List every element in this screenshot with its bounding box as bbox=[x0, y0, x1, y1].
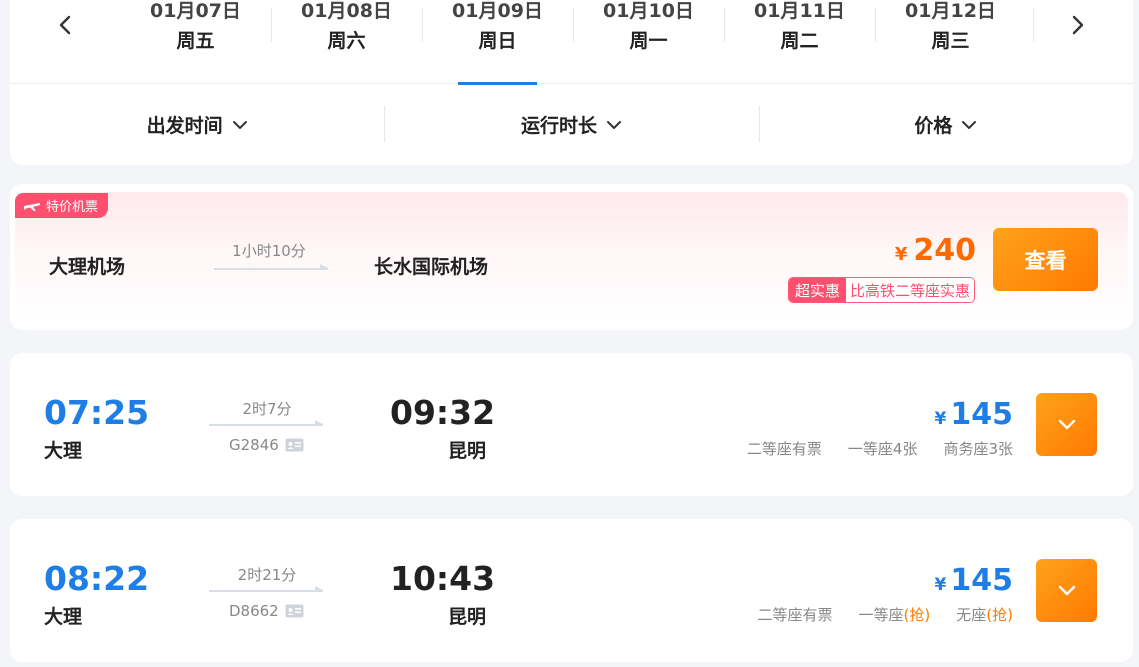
expand-train-button[interactable] bbox=[1036, 393, 1097, 456]
chevron-down-icon bbox=[1058, 585, 1075, 596]
route-arrow bbox=[209, 586, 323, 592]
flight-offer-card[interactable]: 大理机场 1小时10分 长水国际机场 ¥ 240 超实惠 比高铁二等座实惠 查看… bbox=[10, 184, 1133, 330]
date-tab-weekday: 周五 bbox=[176, 30, 215, 52]
seat-text: 商务座3张 bbox=[943, 440, 1013, 458]
travel-duration: 2时21分 bbox=[237, 566, 297, 584]
seat-first-class: 一等座4张 bbox=[848, 438, 918, 459]
date-tab-day: 01月09日 bbox=[452, 0, 543, 22]
arrival-station: 昆明 bbox=[448, 606, 487, 628]
date-tab-day: 01月10日 bbox=[603, 0, 694, 22]
chevron-down-icon bbox=[232, 120, 247, 129]
ticket-price: ¥ 145 bbox=[935, 563, 1013, 598]
ticket-price: ¥ 145 bbox=[935, 397, 1013, 432]
seat-text: 一等座4张 bbox=[847, 440, 918, 458]
expand-train-button[interactable] bbox=[1036, 559, 1097, 622]
filter-departure-time[interactable]: 出发时间 bbox=[10, 84, 384, 165]
ticket-price-value: 145 bbox=[950, 397, 1013, 432]
seat-second-class: 二等座有票 bbox=[747, 438, 822, 459]
currency-symbol: ¥ bbox=[934, 409, 947, 429]
flight-price-value: 240 bbox=[913, 233, 976, 268]
airplane-icon bbox=[24, 202, 40, 211]
date-tab-day: 01月12日 bbox=[905, 0, 996, 22]
train-number: G2846 bbox=[229, 436, 279, 454]
departure-time: 07:25 bbox=[44, 393, 150, 432]
deal-tag-secondary: 比高铁二等座实惠 bbox=[845, 278, 974, 302]
deal-tag-primary: 超实惠 bbox=[788, 278, 846, 302]
departure-station: 大理 bbox=[44, 606, 83, 628]
departure-station: 大理 bbox=[44, 440, 83, 462]
date-tab-0107[interactable]: 01月07日 周五 bbox=[120, 0, 271, 84]
date-tab-weekday: 周日 bbox=[478, 30, 517, 52]
train-card[interactable]: 08:22 大理 2时21分 D8662 10:43 昆明 ¥ 145 二等座有… bbox=[10, 519, 1133, 662]
flight-departure-airport: 大理机场 bbox=[49, 256, 126, 278]
date-tab-weekday: 周一 bbox=[629, 30, 668, 52]
top-panel: 01月07日 周五 01月08日 周六 01月09日 周日 01月10日 周一 … bbox=[10, 0, 1133, 165]
special-flight-badge-label: 特价机票 bbox=[46, 200, 99, 215]
seat-availability: 二等座有票 一等座(抢) 无座(抢) bbox=[758, 604, 1013, 625]
special-flight-badge: 特价机票 bbox=[15, 193, 109, 218]
flight-arrival-airport: 长水国际机场 bbox=[374, 256, 489, 278]
date-tab-weekday: 周三 bbox=[931, 30, 970, 52]
filter-label: 出发时间 bbox=[146, 115, 223, 137]
train-code: D8662 bbox=[229, 602, 304, 620]
seat-text: 无座 bbox=[956, 606, 987, 624]
departure-time: 08:22 bbox=[44, 559, 150, 598]
flight-price: ¥ 240 bbox=[895, 233, 976, 268]
arrival-time: 10:43 bbox=[390, 559, 496, 598]
currency-symbol: ¥ bbox=[934, 575, 947, 595]
currency-symbol: ¥ bbox=[894, 244, 908, 265]
date-tab-0112[interactable]: 01月12日 周三 bbox=[875, 0, 1034, 84]
chevron-down-icon bbox=[607, 120, 621, 129]
seat-text: 二等座有票 bbox=[746, 440, 822, 458]
ticket-price-value: 145 bbox=[950, 563, 1013, 598]
date-tab-0111[interactable]: 01月11日 周二 bbox=[724, 0, 875, 84]
date-tab-0109-selected[interactable]: 01月09日 周日 bbox=[422, 0, 573, 85]
date-tab-weekday: 周六 bbox=[327, 30, 366, 52]
filter-price[interactable]: 价格 bbox=[758, 84, 1133, 165]
flight-offer-background: 大理机场 1小时10分 长水国际机场 ¥ 240 超实惠 比高铁二等座实惠 查看 bbox=[15, 192, 1128, 322]
seat-business-class: 商务座3张 bbox=[943, 438, 1013, 459]
train-card[interactable]: 07:25 大理 2时7分 G2846 09:32 昆明 ¥ 145 二等座有票… bbox=[10, 353, 1133, 496]
arrival-time: 09:32 bbox=[390, 393, 496, 432]
flight-route-arrow bbox=[214, 264, 328, 270]
date-track: 01月07日 周五 01月08日 周六 01月09日 周日 01月10日 周一 … bbox=[120, 0, 1034, 85]
travel-duration: 2时7分 bbox=[242, 400, 292, 418]
filter-bar: 出发时间 运行时长 价格 bbox=[10, 84, 1133, 165]
date-tab-0108[interactable]: 01月08日 周六 bbox=[271, 0, 422, 84]
chevron-left-icon bbox=[59, 15, 71, 35]
view-flight-button[interactable]: 查看 bbox=[993, 228, 1098, 291]
seat-standing: 无座(抢) bbox=[956, 604, 1013, 625]
seat-second-class: 二等座有票 bbox=[758, 604, 833, 625]
previous-dates-button[interactable] bbox=[37, 0, 93, 50]
date-navigation-bar: 01月07日 周五 01月08日 周六 01月09日 周日 01月10日 周一 … bbox=[10, 0, 1133, 85]
date-tab-day: 01月08日 bbox=[301, 0, 392, 22]
date-tab-day: 01月11日 bbox=[754, 0, 845, 22]
route-arrow bbox=[209, 420, 323, 426]
chevron-down-icon bbox=[962, 120, 977, 129]
id-card-icon bbox=[285, 438, 304, 452]
id-card-icon bbox=[285, 604, 304, 618]
seat-grab-link[interactable]: (抢) bbox=[904, 606, 931, 624]
date-tab-weekday: 周二 bbox=[780, 30, 819, 52]
deal-tags: 超实惠 比高铁二等座实惠 bbox=[787, 277, 975, 303]
next-dates-button[interactable] bbox=[1050, 0, 1106, 50]
filter-label: 价格 bbox=[914, 115, 953, 137]
train-number: D8662 bbox=[229, 602, 279, 620]
train-code: G2846 bbox=[229, 436, 304, 454]
filter-duration[interactable]: 运行时长 bbox=[384, 84, 758, 165]
chevron-right-icon bbox=[1072, 15, 1084, 35]
flight-duration: 1小时10分 bbox=[232, 242, 306, 260]
date-tab-0110[interactable]: 01月10日 周一 bbox=[573, 0, 724, 84]
date-tab-day: 01月07日 bbox=[150, 0, 241, 22]
seat-text: 一等座 bbox=[858, 606, 904, 624]
seat-grab-link[interactable]: (抢) bbox=[986, 606, 1013, 624]
seat-first-class: 一等座(抢) bbox=[859, 604, 931, 625]
arrival-station: 昆明 bbox=[448, 440, 487, 462]
seat-text: 二等座有票 bbox=[757, 606, 833, 624]
chevron-down-icon bbox=[1058, 419, 1075, 430]
filter-label: 运行时长 bbox=[520, 115, 597, 137]
seat-availability: 二等座有票 一等座4张 商务座3张 bbox=[747, 438, 1013, 459]
